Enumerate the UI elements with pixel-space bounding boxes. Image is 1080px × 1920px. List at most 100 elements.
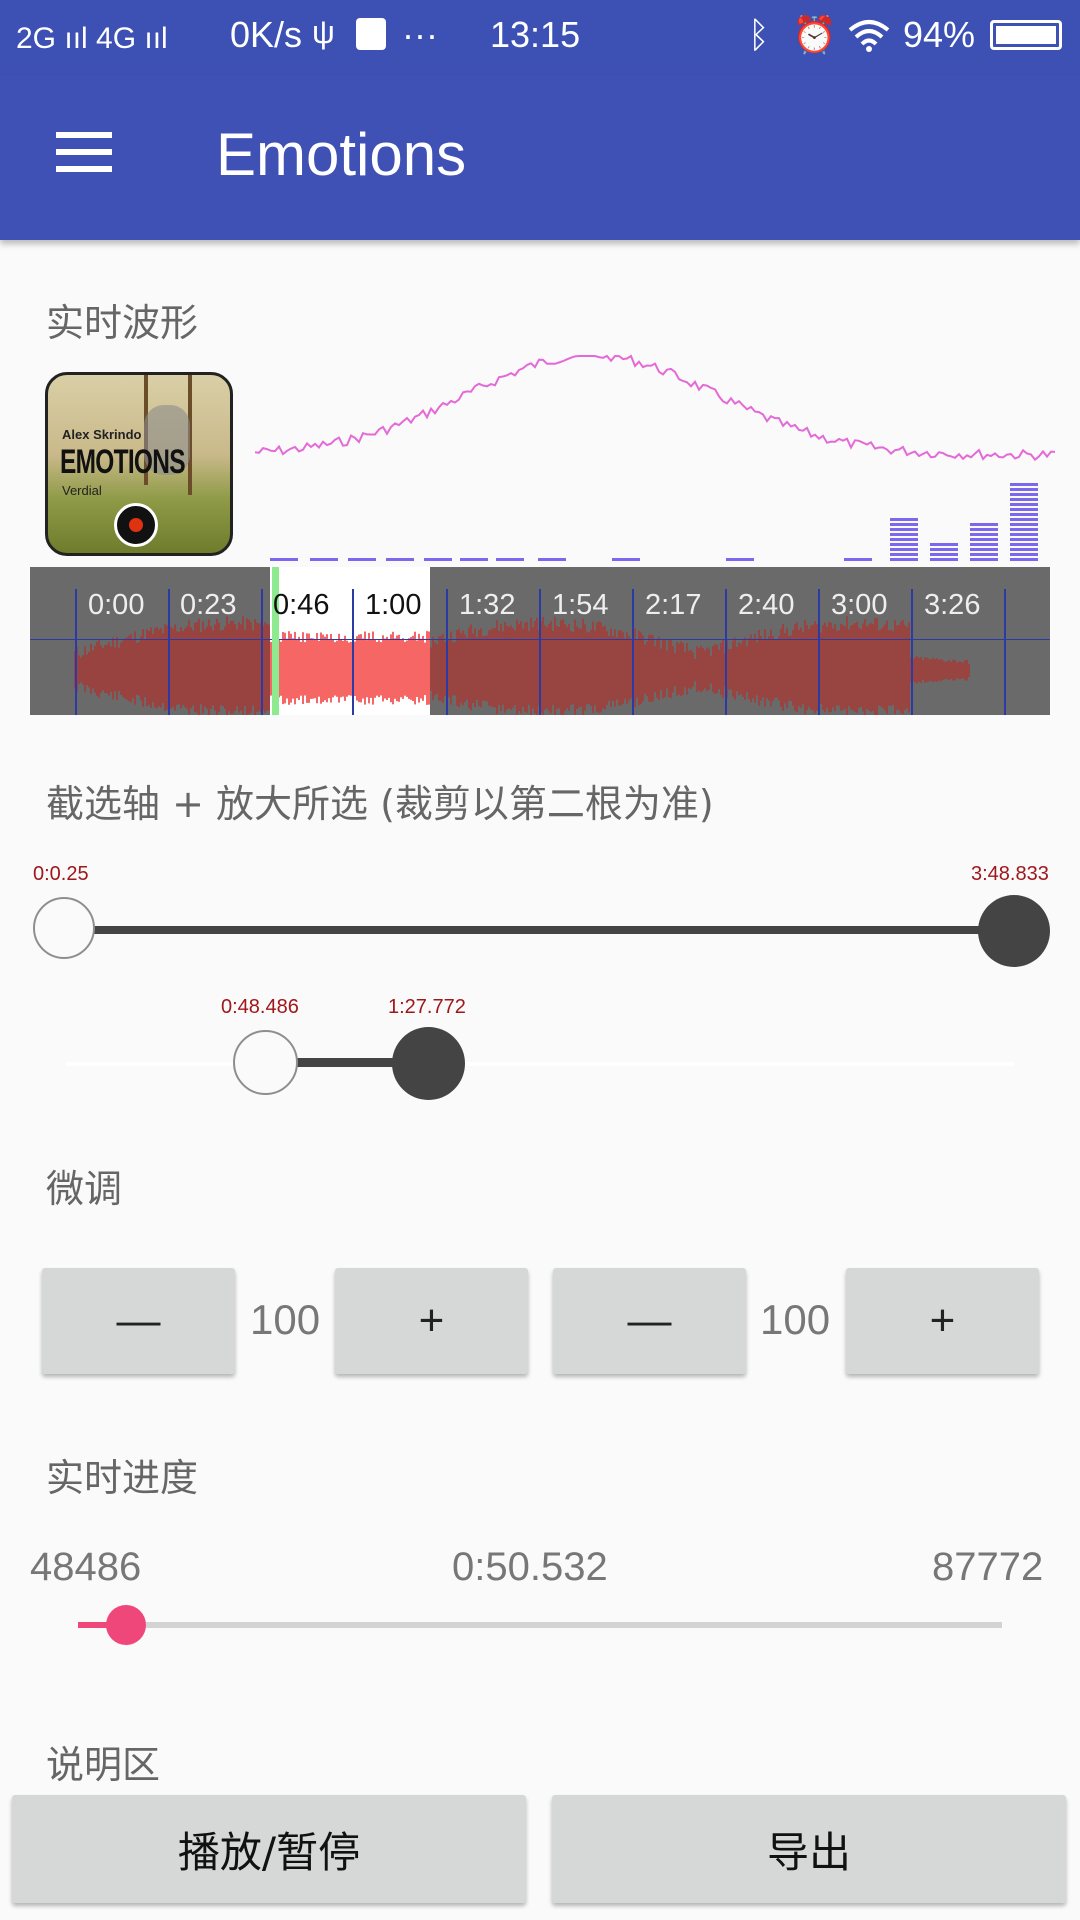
spectrum-bar-segment bbox=[970, 533, 998, 536]
progress-current-time: 0:50.532 bbox=[452, 1545, 608, 1589]
spectrum-bar-segment bbox=[890, 523, 918, 526]
spectrum-bar-segment bbox=[970, 538, 998, 541]
spectrum-bar-segment bbox=[890, 553, 918, 556]
status-bar: 2G ııl 4G ııl 0K/s ψ ··· 13:15 ᛒ ⏰ 94% bbox=[0, 0, 1080, 76]
timeline-label: 0:00 bbox=[88, 589, 145, 621]
timeline-label: 1:00 bbox=[365, 589, 422, 621]
spectrum-bar-segment bbox=[1010, 498, 1038, 501]
right-plus-button[interactable]: + bbox=[846, 1268, 1039, 1374]
timeline-tick bbox=[261, 589, 263, 715]
cover-subtitle: Verdial bbox=[62, 483, 102, 498]
timeline-tick bbox=[352, 589, 354, 715]
spectrum-bar-segment bbox=[270, 558, 298, 561]
timeline-waveform[interactable]: 0:00 0:23 0:46 1:00 1:32 1:54 2:17 2:40 … bbox=[30, 567, 1050, 715]
timeline-tick bbox=[75, 589, 77, 715]
spectrum-bar-segment bbox=[386, 558, 414, 561]
usb-icon: ψ bbox=[312, 14, 335, 50]
spectrum-bar-segment bbox=[844, 558, 872, 561]
progress-slider[interactable] bbox=[78, 1605, 1002, 1645]
spectrum-bar-segment bbox=[496, 558, 524, 561]
left-plus-button[interactable]: + bbox=[335, 1268, 528, 1374]
timeline-label: 2:17 bbox=[645, 589, 702, 621]
spectrum-bar-segment bbox=[970, 558, 998, 561]
timeline-label: 3:00 bbox=[831, 589, 888, 621]
inner-range-end-label: 1:27.772 bbox=[388, 996, 466, 1018]
outer-range-start-thumb[interactable] bbox=[33, 897, 95, 959]
spectrum-bar-segment bbox=[1010, 558, 1038, 561]
spectrum-bar-segment bbox=[1010, 553, 1038, 556]
spectrum-bar-segment bbox=[1010, 483, 1038, 486]
outer-range-end-label: 3:48.833 bbox=[971, 863, 1049, 885]
more-icon: ··· bbox=[402, 14, 438, 55]
cover-artist: Alex Skrindo bbox=[62, 427, 142, 442]
spectrum-bar-segment bbox=[612, 558, 640, 561]
spectrum-bar-segment bbox=[348, 558, 376, 561]
app-bar: Emotions bbox=[0, 76, 1080, 240]
inner-range-rail bbox=[66, 1062, 1014, 1066]
spectrum-bars bbox=[270, 483, 1038, 561]
timeline-tick bbox=[725, 589, 727, 715]
spectrum-bar-segment bbox=[970, 548, 998, 551]
outer-range-track bbox=[66, 926, 1014, 934]
wifi-icon bbox=[848, 20, 890, 52]
cover-album-title: EMOTIONS bbox=[60, 443, 186, 481]
timeline-tick bbox=[539, 589, 541, 715]
spectrum-bar-segment bbox=[890, 558, 918, 561]
alarm-icon: ⏰ bbox=[792, 14, 837, 55]
volume-curve bbox=[255, 354, 1055, 462]
section-title-fine-tune: 微调 bbox=[46, 1167, 123, 1211]
spectrum-bar-segment bbox=[890, 528, 918, 531]
timeline-label: 0:23 bbox=[180, 589, 237, 621]
right-minus-button[interactable]: — bbox=[553, 1268, 746, 1374]
spectrum-bar-segment bbox=[1010, 528, 1038, 531]
left-minus-button[interactable]: — bbox=[42, 1268, 235, 1374]
timeline-label: 3:26 bbox=[924, 589, 981, 621]
spectrum-bar-segment bbox=[930, 548, 958, 551]
progress-thumb[interactable] bbox=[106, 1605, 147, 1645]
spectrum-bar-segment bbox=[970, 523, 998, 526]
spectrum-bar-segment bbox=[1010, 513, 1038, 516]
app-title: Emotions bbox=[216, 121, 467, 188]
inner-range-end-thumb[interactable] bbox=[392, 1027, 465, 1100]
spectrum-bar-segment bbox=[890, 533, 918, 536]
right-step-value: 100 bbox=[760, 1296, 831, 1343]
left-step-value: 100 bbox=[250, 1296, 321, 1343]
spectrum-bar-segment bbox=[424, 558, 452, 561]
battery-icon bbox=[990, 20, 1062, 50]
spectrum-bar-segment bbox=[930, 543, 958, 546]
label-logo bbox=[114, 503, 158, 547]
clock: 13:15 bbox=[490, 14, 581, 55]
timeline-tick bbox=[911, 589, 913, 715]
outer-range-end-thumb[interactable] bbox=[978, 895, 1050, 967]
spectrum-bar-segment bbox=[930, 553, 958, 556]
spectrum-bar-segment bbox=[538, 558, 566, 561]
network-speed: 0K/s bbox=[230, 14, 303, 55]
spectrum-bar-segment bbox=[930, 558, 958, 561]
spectrum-bar-segment bbox=[1010, 543, 1038, 546]
timeline-tick bbox=[446, 589, 448, 715]
section-title-notes: 说明区 bbox=[46, 1743, 161, 1787]
inner-range-start-thumb[interactable] bbox=[233, 1030, 298, 1095]
spectrum-bar-segment bbox=[310, 558, 338, 561]
spectrum-bar-segment bbox=[890, 518, 918, 521]
spectrum-bar-segment bbox=[1010, 518, 1038, 521]
spectrum-bar-segment bbox=[890, 538, 918, 541]
spectrum-bar-segment bbox=[1010, 548, 1038, 551]
battery-percent: 94% bbox=[903, 14, 976, 55]
export-button[interactable]: 导出 bbox=[552, 1795, 1066, 1903]
spectrum-bar-segment bbox=[1010, 488, 1038, 491]
hamburger-menu-icon[interactable] bbox=[56, 132, 112, 172]
timeline-label: 2:40 bbox=[738, 589, 795, 621]
section-title-progress: 实时进度 bbox=[46, 1456, 199, 1500]
spectrum-bar-segment bbox=[1010, 508, 1038, 511]
bluetooth-icon: ᛒ bbox=[748, 14, 770, 55]
spectrum-bar-segment bbox=[890, 543, 918, 546]
play-pause-button[interactable]: 播放/暂停 bbox=[12, 1795, 526, 1903]
album-cover: Alex Skrindo EMOTIONS Verdial bbox=[45, 372, 233, 556]
section-title-waveform: 实时波形 bbox=[46, 301, 199, 345]
timeline-label: 1:32 bbox=[459, 589, 516, 621]
spectrum-bar-segment bbox=[726, 558, 754, 561]
spectrum-bar-segment bbox=[1010, 523, 1038, 526]
spectrum-bar-segment bbox=[460, 558, 488, 561]
timeline-tick bbox=[632, 589, 634, 715]
